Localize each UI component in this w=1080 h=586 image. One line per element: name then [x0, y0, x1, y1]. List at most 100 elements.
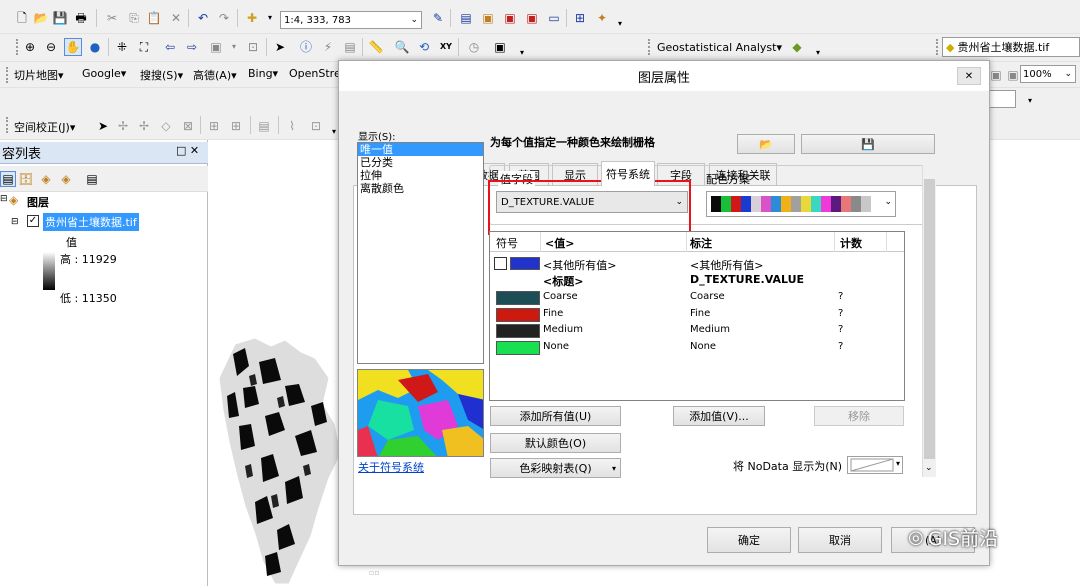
fixed-zoom-out-icon[interactable]: ⛶ [136, 39, 152, 55]
find-icon[interactable]: 🔍 [394, 39, 410, 55]
table-row[interactable]: <其他所有值> <其他所有值> [490, 256, 904, 272]
renderer-item-3[interactable]: 离散颜色 [358, 182, 483, 195]
renderer-item-1[interactable]: 已分类 [358, 156, 483, 169]
renderer-list[interactable]: 唯一值 已分类 拉伸 离散颜色 [357, 142, 484, 364]
renderer-item-0[interactable]: 唯一值 [358, 143, 483, 156]
sogou-menu[interactable]: 搜搜(S)▾ [140, 67, 183, 83]
table-row[interactable]: Medium Medium? [490, 323, 904, 339]
scrollbar-thumb[interactable] [924, 179, 935, 459]
list-by-visibility-icon[interactable]: ◈ [38, 171, 54, 187]
select-features-icon[interactable]: ▣ [208, 39, 224, 55]
model-builder-icon[interactable]: ⊞ [572, 10, 588, 26]
symbol-swatch[interactable] [496, 308, 540, 322]
layer-visibility-checkbox[interactable]: ✓ [27, 215, 39, 227]
map-scale-field[interactable]: 1:4, 333, 783 ⌄ [280, 11, 422, 29]
links-table-icon[interactable]: ⊞ [206, 118, 222, 134]
save-icon[interactable]: 💾 [52, 10, 68, 26]
undo-icon[interactable]: ↶ [195, 10, 211, 26]
copy-icon[interactable]: ⎘ [126, 10, 142, 26]
about-symbology-link[interactable]: 关于符号系统 [358, 459, 424, 475]
layout-page-icon[interactable]: ▣ [988, 67, 1004, 83]
back-extent-icon[interactable]: ⇦ [162, 39, 178, 55]
select-dropdown-icon[interactable]: ▾ [226, 39, 242, 55]
table-row[interactable]: <标题> D_TEXTURE.VALUE [490, 272, 904, 288]
toc-options-icon[interactable]: ▤ [84, 171, 100, 187]
nodata-color-picker[interactable]: ▾ [847, 456, 903, 474]
measure-icon[interactable]: 📏 [368, 39, 384, 55]
layout-overflow-icon[interactable]: ▾ [1022, 93, 1038, 109]
symbol-swatch[interactable] [496, 341, 540, 355]
go-to-xy-icon[interactable]: XY [438, 39, 454, 55]
remove-button[interactable]: 移除 [814, 406, 904, 426]
add-all-values-button[interactable]: 添加所有值(U) [490, 406, 621, 426]
table-row[interactable]: Fine Fine? [490, 307, 904, 323]
delete-icon[interactable]: ✕ [168, 10, 184, 26]
unique-values-table[interactable]: 符号 <值> 标注 计数 <其他所有值> <其他所有值> <标题> D_TEXTURE… [489, 231, 905, 401]
save-symbology-button[interactable]: 💾 [801, 134, 935, 154]
toolbar2-overflow-icon[interactable]: ▾ [514, 45, 530, 61]
redo-icon[interactable]: ↷ [216, 10, 232, 26]
identity-link-icon[interactable]: ⊠ [180, 118, 196, 134]
cancel-button[interactable]: 取消 [798, 527, 882, 553]
catalog-icon[interactable]: ▣ [480, 10, 496, 26]
symbol-swatch[interactable] [496, 324, 540, 338]
add-values-button[interactable]: 添加值(V)... [673, 406, 765, 426]
help-pointer-icon[interactable]: ✦ [594, 10, 610, 26]
dialog-close-button[interactable]: ✕ [957, 67, 981, 85]
color-scheme-select[interactable]: ⌄ [706, 191, 896, 217]
symbol-swatch[interactable] [496, 291, 540, 305]
paste-icon[interactable]: 📋 [146, 10, 162, 26]
edit-tool-icon[interactable]: ➤ [95, 118, 111, 134]
print-icon[interactable]: 🖶 [73, 10, 89, 26]
html-popup-icon[interactable]: ▤ [342, 39, 358, 55]
arctoolbox-icon[interactable]: ▣ [502, 10, 518, 26]
gaode-menu[interactable]: 高德(A)▾ [193, 67, 237, 83]
zoom-in-icon[interactable]: ⊕ [22, 39, 38, 55]
zoom-out-icon[interactable]: ⊖ [43, 39, 59, 55]
select-elements-icon[interactable]: ➤ [272, 39, 288, 55]
toc-pin-close[interactable]: □ ✕ [176, 144, 199, 157]
multi-link-icon[interactable]: ✢ [136, 118, 152, 134]
add-data-dropdown-icon[interactable]: ▾ [262, 10, 278, 26]
open-icon[interactable]: 📂 [33, 10, 49, 26]
layer-name[interactable]: 贵州省土壤数据.tif [43, 213, 139, 231]
toolbar2b-overflow-icon[interactable]: ▾ [810, 45, 826, 61]
full-extent-icon[interactable]: ● [87, 39, 103, 55]
google-menu[interactable]: Google▾ [82, 67, 126, 80]
list-by-source-icon[interactable]: 🗄 [18, 171, 34, 187]
import-symbology-button[interactable]: 📂 [737, 134, 795, 154]
layout-field[interactable] [988, 90, 1016, 108]
spatial-adjustment-menu[interactable]: 空间校正(J)▾ [14, 119, 75, 135]
forward-extent-icon[interactable]: ⇨ [184, 39, 200, 55]
vertical-scrollbar[interactable]: ⌄ [922, 165, 936, 477]
adjust-preview-icon[interactable]: ▤ [256, 118, 272, 134]
new-link-icon[interactable]: ✢ [115, 118, 131, 134]
default-colors-button[interactable]: 默认颜色(O) [490, 433, 621, 453]
cut-map-menu[interactable]: 切片地图▾ [14, 67, 64, 83]
python-window-icon[interactable]: ▭ [546, 10, 562, 26]
row-checkbox[interactable] [494, 257, 507, 270]
zoom-percent-field[interactable]: 100% ⌄ [1020, 65, 1076, 83]
view-links-icon[interactable]: ⊞ [228, 118, 244, 134]
collapse-root-icon[interactable]: ⊟ [0, 194, 8, 204]
collapse-layer-icon[interactable]: ⊟ [11, 217, 19, 227]
pan-icon[interactable]: ✋ [64, 38, 82, 56]
color-map-button[interactable]: 色彩映射表(Q) ▾ [490, 458, 621, 478]
geostatistical-analyst-menu[interactable]: Geostatistical Analyst▾ [657, 41, 782, 54]
layout-zoom-icon[interactable]: ▣ [1005, 67, 1021, 83]
search-window-icon[interactable]: ▣ [524, 10, 540, 26]
editor-icon[interactable]: ✎ [430, 10, 446, 26]
add-data-icon[interactable]: ✚ [244, 10, 260, 26]
identify-icon[interactable]: ⓘ [298, 39, 314, 55]
scroll-down-icon[interactable]: ⌄ [925, 463, 933, 473]
tab-5[interactable]: 符号系统 [601, 161, 655, 186]
renderer-item-2[interactable]: 拉伸 [358, 169, 483, 182]
cut-icon[interactable]: ✂ [104, 10, 120, 26]
layer-dropdown[interactable]: ◆ 贵州省土壤数据.tif [942, 37, 1080, 57]
toolbar-overflow-icon[interactable]: ▾ [612, 16, 628, 32]
table-row[interactable]: None None? [490, 340, 904, 356]
bing-menu[interactable]: Bing▾ [248, 67, 278, 80]
openstreet-menu[interactable]: OpenStre [289, 67, 341, 80]
time-slider-icon[interactable]: ◷ [466, 39, 482, 55]
list-by-selection-icon[interactable]: ◈ [58, 171, 74, 187]
